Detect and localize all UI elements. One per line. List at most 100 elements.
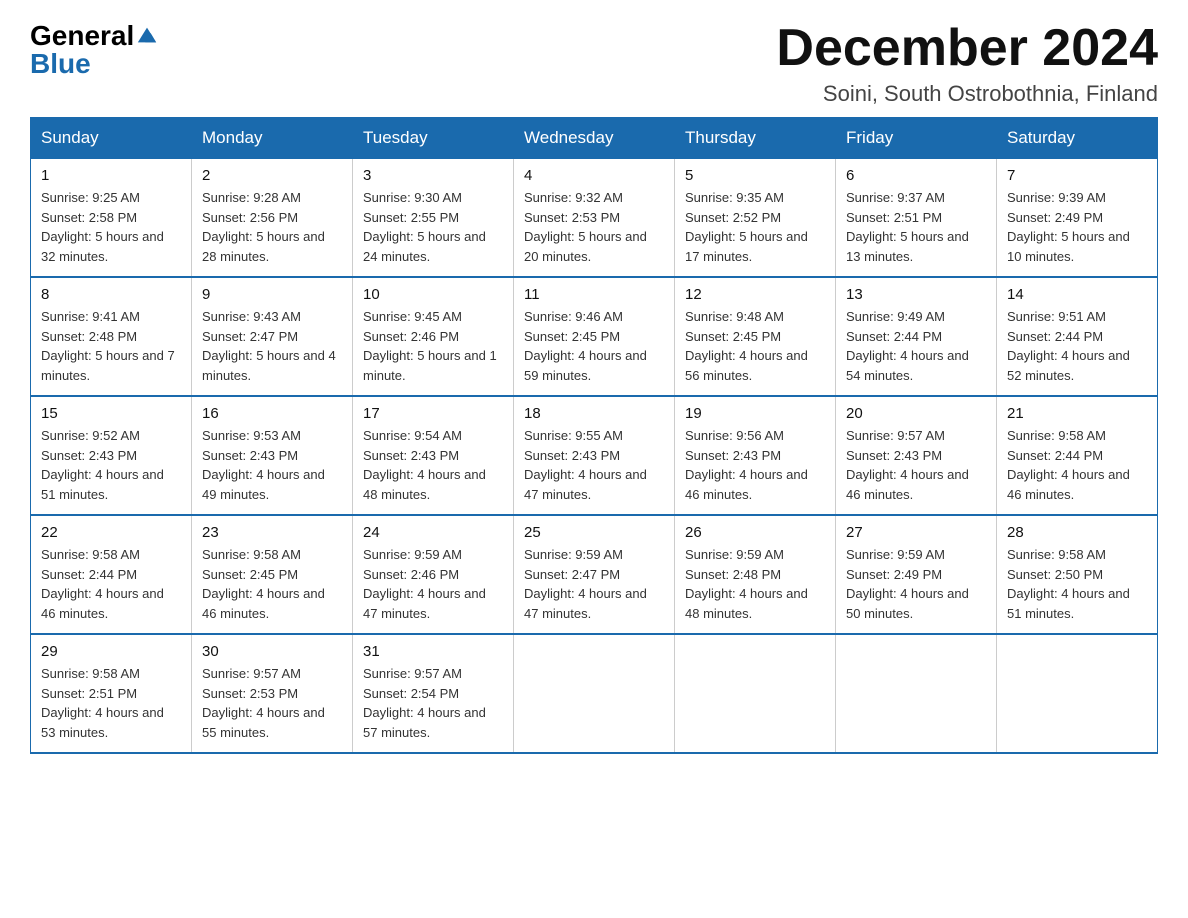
title-block: December 2024 Soini, South Ostrobothnia,… (776, 20, 1158, 107)
day-cell: 4 Sunrise: 9:32 AMSunset: 2:53 PMDayligh… (514, 159, 675, 278)
day-cell: 13 Sunrise: 9:49 AMSunset: 2:44 PMDaylig… (836, 277, 997, 396)
day-info: Sunrise: 9:48 AMSunset: 2:45 PMDaylight:… (685, 307, 825, 385)
day-info: Sunrise: 9:55 AMSunset: 2:43 PMDaylight:… (524, 426, 664, 504)
logo-blue-text: Blue (30, 48, 91, 80)
day-cell: 12 Sunrise: 9:48 AMSunset: 2:45 PMDaylig… (675, 277, 836, 396)
day-number: 20 (846, 405, 986, 422)
day-info: Sunrise: 9:58 AMSunset: 2:44 PMDaylight:… (41, 545, 181, 623)
day-cell: 2 Sunrise: 9:28 AMSunset: 2:56 PMDayligh… (192, 159, 353, 278)
day-cell (675, 634, 836, 753)
day-info: Sunrise: 9:46 AMSunset: 2:45 PMDaylight:… (524, 307, 664, 385)
day-cell: 5 Sunrise: 9:35 AMSunset: 2:52 PMDayligh… (675, 159, 836, 278)
day-cell: 3 Sunrise: 9:30 AMSunset: 2:55 PMDayligh… (353, 159, 514, 278)
day-cell: 11 Sunrise: 9:46 AMSunset: 2:45 PMDaylig… (514, 277, 675, 396)
day-number: 9 (202, 286, 342, 303)
day-number: 22 (41, 524, 181, 541)
day-info: Sunrise: 9:53 AMSunset: 2:43 PMDaylight:… (202, 426, 342, 504)
day-number: 2 (202, 167, 342, 184)
day-cell: 25 Sunrise: 9:59 AMSunset: 2:47 PMDaylig… (514, 515, 675, 634)
header-cell-thursday: Thursday (675, 118, 836, 159)
calendar-body: 1 Sunrise: 9:25 AMSunset: 2:58 PMDayligh… (31, 159, 1158, 754)
week-row-5: 29 Sunrise: 9:58 AMSunset: 2:51 PMDaylig… (31, 634, 1158, 753)
day-info: Sunrise: 9:58 AMSunset: 2:44 PMDaylight:… (1007, 426, 1147, 504)
day-number: 14 (1007, 286, 1147, 303)
day-number: 10 (363, 286, 503, 303)
day-number: 24 (363, 524, 503, 541)
day-number: 8 (41, 286, 181, 303)
day-info: Sunrise: 9:32 AMSunset: 2:53 PMDaylight:… (524, 188, 664, 266)
day-number: 4 (524, 167, 664, 184)
day-cell: 9 Sunrise: 9:43 AMSunset: 2:47 PMDayligh… (192, 277, 353, 396)
day-cell: 8 Sunrise: 9:41 AMSunset: 2:48 PMDayligh… (31, 277, 192, 396)
day-number: 11 (524, 286, 664, 303)
day-cell: 24 Sunrise: 9:59 AMSunset: 2:46 PMDaylig… (353, 515, 514, 634)
week-row-2: 8 Sunrise: 9:41 AMSunset: 2:48 PMDayligh… (31, 277, 1158, 396)
day-cell: 14 Sunrise: 9:51 AMSunset: 2:44 PMDaylig… (997, 277, 1158, 396)
day-info: Sunrise: 9:52 AMSunset: 2:43 PMDaylight:… (41, 426, 181, 504)
day-info: Sunrise: 9:59 AMSunset: 2:49 PMDaylight:… (846, 545, 986, 623)
week-row-1: 1 Sunrise: 9:25 AMSunset: 2:58 PMDayligh… (31, 159, 1158, 278)
day-number: 25 (524, 524, 664, 541)
day-cell (514, 634, 675, 753)
day-cell: 30 Sunrise: 9:57 AMSunset: 2:53 PMDaylig… (192, 634, 353, 753)
day-cell (997, 634, 1158, 753)
week-row-3: 15 Sunrise: 9:52 AMSunset: 2:43 PMDaylig… (31, 396, 1158, 515)
day-number: 16 (202, 405, 342, 422)
day-info: Sunrise: 9:57 AMSunset: 2:54 PMDaylight:… (363, 664, 503, 742)
day-number: 31 (363, 643, 503, 660)
day-info: Sunrise: 9:59 AMSunset: 2:48 PMDaylight:… (685, 545, 825, 623)
day-cell: 17 Sunrise: 9:54 AMSunset: 2:43 PMDaylig… (353, 396, 514, 515)
day-number: 12 (685, 286, 825, 303)
day-cell: 6 Sunrise: 9:37 AMSunset: 2:51 PMDayligh… (836, 159, 997, 278)
day-info: Sunrise: 9:37 AMSunset: 2:51 PMDaylight:… (846, 188, 986, 266)
day-info: Sunrise: 9:54 AMSunset: 2:43 PMDaylight:… (363, 426, 503, 504)
day-number: 18 (524, 405, 664, 422)
day-number: 5 (685, 167, 825, 184)
day-cell (836, 634, 997, 753)
day-info: Sunrise: 9:59 AMSunset: 2:46 PMDaylight:… (363, 545, 503, 623)
header-cell-monday: Monday (192, 118, 353, 159)
day-cell: 31 Sunrise: 9:57 AMSunset: 2:54 PMDaylig… (353, 634, 514, 753)
day-number: 15 (41, 405, 181, 422)
month-title: December 2024 (776, 20, 1158, 77)
day-info: Sunrise: 9:59 AMSunset: 2:47 PMDaylight:… (524, 545, 664, 623)
day-info: Sunrise: 9:35 AMSunset: 2:52 PMDaylight:… (685, 188, 825, 266)
day-cell: 20 Sunrise: 9:57 AMSunset: 2:43 PMDaylig… (836, 396, 997, 515)
day-info: Sunrise: 9:28 AMSunset: 2:56 PMDaylight:… (202, 188, 342, 266)
day-cell: 28 Sunrise: 9:58 AMSunset: 2:50 PMDaylig… (997, 515, 1158, 634)
day-info: Sunrise: 9:39 AMSunset: 2:49 PMDaylight:… (1007, 188, 1147, 266)
day-cell: 27 Sunrise: 9:59 AMSunset: 2:49 PMDaylig… (836, 515, 997, 634)
day-cell: 23 Sunrise: 9:58 AMSunset: 2:45 PMDaylig… (192, 515, 353, 634)
header-cell-friday: Friday (836, 118, 997, 159)
day-number: 21 (1007, 405, 1147, 422)
day-number: 1 (41, 167, 181, 184)
day-number: 3 (363, 167, 503, 184)
day-number: 19 (685, 405, 825, 422)
day-info: Sunrise: 9:58 AMSunset: 2:50 PMDaylight:… (1007, 545, 1147, 623)
day-info: Sunrise: 9:41 AMSunset: 2:48 PMDaylight:… (41, 307, 181, 385)
day-number: 30 (202, 643, 342, 660)
day-info: Sunrise: 9:58 AMSunset: 2:45 PMDaylight:… (202, 545, 342, 623)
day-number: 23 (202, 524, 342, 541)
logo: General Blue (30, 20, 158, 80)
day-cell: 7 Sunrise: 9:39 AMSunset: 2:49 PMDayligh… (997, 159, 1158, 278)
day-cell: 21 Sunrise: 9:58 AMSunset: 2:44 PMDaylig… (997, 396, 1158, 515)
day-number: 29 (41, 643, 181, 660)
week-row-4: 22 Sunrise: 9:58 AMSunset: 2:44 PMDaylig… (31, 515, 1158, 634)
day-cell: 1 Sunrise: 9:25 AMSunset: 2:58 PMDayligh… (31, 159, 192, 278)
header-row: SundayMondayTuesdayWednesdayThursdayFrid… (31, 118, 1158, 159)
header-cell-tuesday: Tuesday (353, 118, 514, 159)
day-cell: 16 Sunrise: 9:53 AMSunset: 2:43 PMDaylig… (192, 396, 353, 515)
header-cell-saturday: Saturday (997, 118, 1158, 159)
day-info: Sunrise: 9:57 AMSunset: 2:43 PMDaylight:… (846, 426, 986, 504)
day-number: 13 (846, 286, 986, 303)
day-cell: 10 Sunrise: 9:45 AMSunset: 2:46 PMDaylig… (353, 277, 514, 396)
day-cell: 29 Sunrise: 9:58 AMSunset: 2:51 PMDaylig… (31, 634, 192, 753)
day-cell: 18 Sunrise: 9:55 AMSunset: 2:43 PMDaylig… (514, 396, 675, 515)
day-info: Sunrise: 9:56 AMSunset: 2:43 PMDaylight:… (685, 426, 825, 504)
day-info: Sunrise: 9:43 AMSunset: 2:47 PMDaylight:… (202, 307, 342, 385)
day-cell: 15 Sunrise: 9:52 AMSunset: 2:43 PMDaylig… (31, 396, 192, 515)
day-number: 6 (846, 167, 986, 184)
day-info: Sunrise: 9:25 AMSunset: 2:58 PMDaylight:… (41, 188, 181, 266)
header-cell-wednesday: Wednesday (514, 118, 675, 159)
